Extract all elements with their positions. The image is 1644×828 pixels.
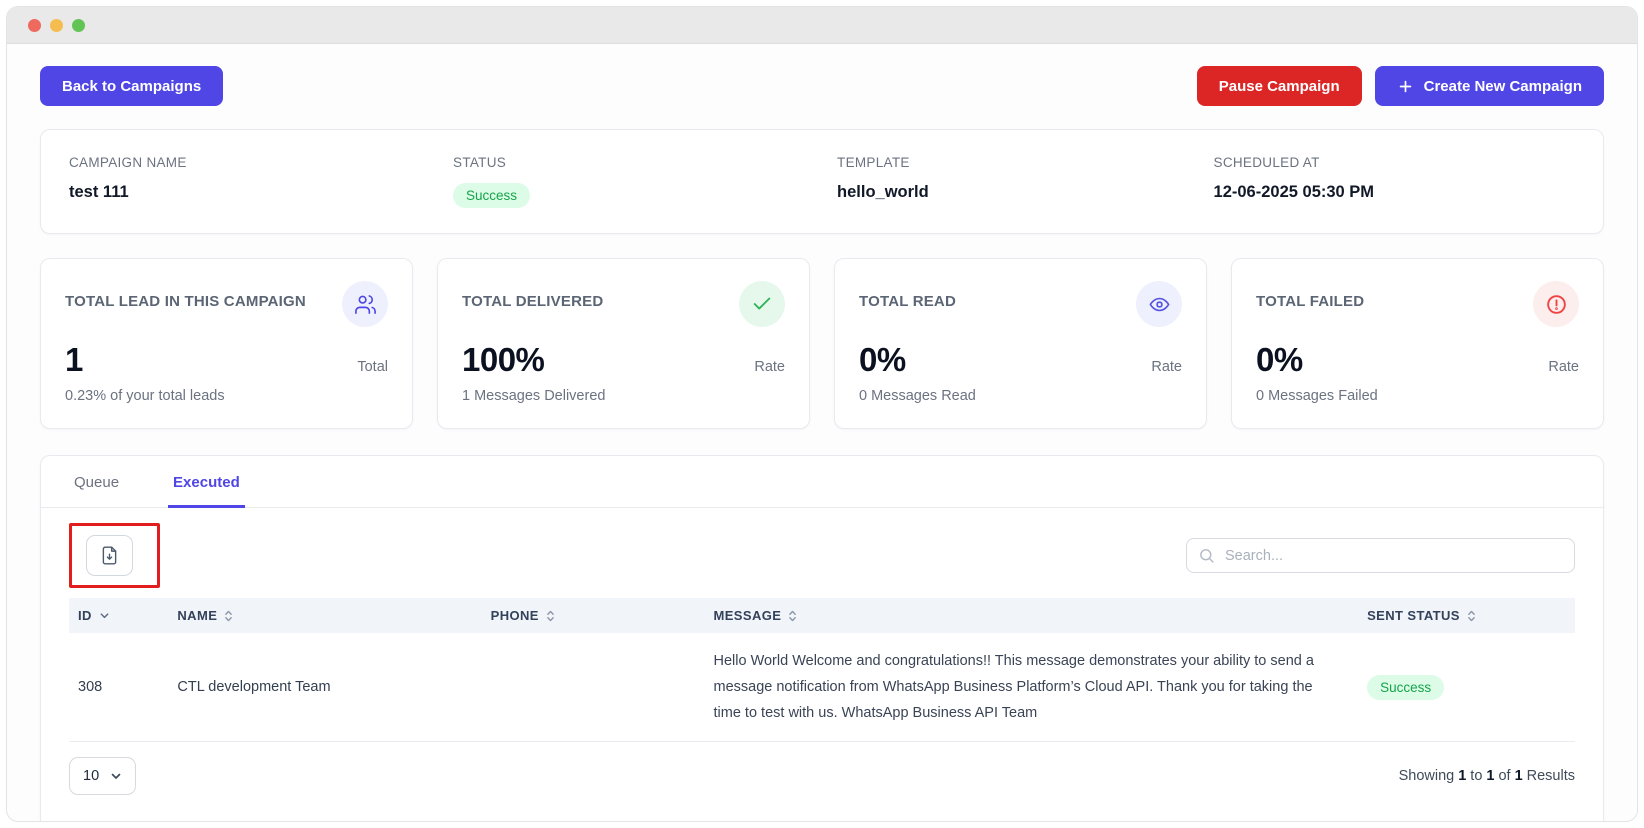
- sent-status-badge: Success: [1367, 675, 1444, 700]
- stat-unit: Rate: [1151, 359, 1182, 375]
- column-label: SENT STATUS: [1367, 608, 1460, 623]
- page-content: Back to Campaigns Pause Campaign Create …: [7, 44, 1637, 822]
- users-group-icon: [354, 293, 377, 316]
- stat-value: 100%: [462, 341, 544, 379]
- table-footer: 10 Showing 1 to 1 of 1 Results: [69, 742, 1575, 795]
- template-label: TEMPLATE: [837, 155, 1214, 170]
- results-card: Queue Executed: [40, 455, 1604, 822]
- chevron-down-icon: [99, 610, 110, 621]
- stat-title: TOTAL FAILED: [1256, 281, 1364, 310]
- stat-value: 0%: [1256, 341, 1303, 379]
- minimize-window-icon[interactable]: [50, 19, 63, 32]
- sort-icon: [224, 609, 233, 623]
- search-box: [1186, 538, 1575, 573]
- campaign-info-card: CAMPAIGN NAME test 111 STATUS Success TE…: [40, 129, 1604, 234]
- stat-title: TOTAL LEAD IN THIS CAMPAIGN: [65, 281, 306, 310]
- top-toolbar: Back to Campaigns Pause Campaign Create …: [40, 66, 1604, 106]
- table-row: 308 CTL development Team Hello World Wel…: [69, 633, 1575, 742]
- status-badge: Success: [453, 183, 530, 208]
- plus-icon: [1397, 78, 1414, 95]
- tab-bar: Queue Executed: [41, 456, 1603, 508]
- column-label: MESSAGE: [714, 608, 782, 623]
- search-icon: [1198, 547, 1215, 564]
- table-header-row: ID NAME: [69, 598, 1575, 633]
- sort-icon: [788, 609, 797, 623]
- cell-sent-status: Success: [1358, 633, 1575, 742]
- alert-circle-icon: [1545, 293, 1568, 316]
- template-value: hello_world: [837, 183, 1214, 202]
- campaign-name-field: CAMPAIGN NAME test 111: [69, 155, 453, 208]
- column-header-id[interactable]: ID: [69, 598, 168, 633]
- app-window: Back to Campaigns Pause Campaign Create …: [6, 6, 1638, 822]
- results-summary: Showing 1 to 1 of 1 Results: [1399, 768, 1575, 784]
- chevron-down-icon: [110, 770, 122, 782]
- stat-value: 1: [65, 341, 83, 379]
- column-header-message[interactable]: MESSAGE: [705, 598, 1359, 633]
- zoom-window-icon[interactable]: [72, 19, 85, 32]
- cell-message: Hello World Welcome and congratulations!…: [705, 633, 1359, 742]
- tab-queue[interactable]: Queue: [69, 456, 124, 508]
- create-new-campaign-label: Create New Campaign: [1424, 78, 1582, 95]
- file-download-icon: [99, 545, 120, 566]
- stat-title: TOTAL DELIVERED: [462, 281, 603, 310]
- window-titlebar: [7, 7, 1637, 44]
- status-field: STATUS Success: [453, 155, 837, 208]
- sort-icon: [546, 609, 555, 623]
- back-to-campaigns-button[interactable]: Back to Campaigns: [40, 66, 223, 106]
- stat-subtitle: 0 Messages Read: [859, 388, 1182, 404]
- export-download-button[interactable]: [86, 535, 133, 576]
- stat-subtitle: 1 Messages Delivered: [462, 388, 785, 404]
- executed-table: ID NAME: [69, 598, 1575, 742]
- cell-name: CTL development Team: [168, 633, 481, 742]
- scheduled-at-value: 12-06-2025 05:30 PM: [1214, 183, 1575, 202]
- close-window-icon[interactable]: [28, 19, 41, 32]
- pause-campaign-button[interactable]: Pause Campaign: [1197, 66, 1362, 106]
- stat-value: 0%: [859, 341, 906, 379]
- scheduled-at-label: SCHEDULED AT: [1214, 155, 1575, 170]
- stat-unit: Rate: [1548, 359, 1579, 375]
- stat-unit: Total: [357, 359, 388, 375]
- stat-subtitle: 0 Messages Failed: [1256, 388, 1579, 404]
- campaign-name-label: CAMPAIGN NAME: [69, 155, 453, 170]
- column-header-name[interactable]: NAME: [168, 598, 481, 633]
- stat-card-total-read: TOTAL READ 0% Rate 0 Messages Read: [834, 258, 1207, 429]
- table-toolbar: [69, 523, 1575, 588]
- scheduled-at-field: SCHEDULED AT 12-06-2025 05:30 PM: [1214, 155, 1575, 208]
- stat-card-total-delivered: TOTAL DELIVERED 100% Rate 1 Messages Del…: [437, 258, 810, 429]
- stat-subtitle: 0.23% of your total leads: [65, 388, 388, 404]
- stat-card-total-failed: TOTAL FAILED 0% Rate 0 Messages Failed: [1231, 258, 1604, 429]
- column-label: NAME: [177, 608, 217, 623]
- annotation-highlight: [69, 523, 160, 588]
- page-size-value: 10: [83, 768, 99, 784]
- sort-icon: [1467, 609, 1476, 623]
- cell-phone: [482, 633, 705, 742]
- stat-title: TOTAL READ: [859, 281, 956, 310]
- column-label: ID: [78, 608, 92, 623]
- stat-card-total-leads: TOTAL LEAD IN THIS CAMPAIGN 1 Total 0: [40, 258, 413, 429]
- search-input[interactable]: [1186, 538, 1575, 573]
- stat-cards-row: TOTAL LEAD IN THIS CAMPAIGN 1 Total 0: [40, 258, 1604, 429]
- column-label: PHONE: [491, 608, 539, 623]
- column-header-sent-status[interactable]: SENT STATUS: [1358, 598, 1575, 633]
- cell-id: 308: [69, 633, 168, 742]
- status-label: STATUS: [453, 155, 837, 170]
- stat-unit: Rate: [754, 359, 785, 375]
- check-icon: [751, 293, 773, 315]
- toolbar-actions: Pause Campaign Create New Campaign: [1197, 66, 1604, 106]
- tab-executed[interactable]: Executed: [168, 456, 245, 508]
- page-size-select[interactable]: 10: [69, 757, 136, 795]
- template-field: TEMPLATE hello_world: [837, 155, 1214, 208]
- create-new-campaign-button[interactable]: Create New Campaign: [1375, 66, 1604, 106]
- column-header-phone[interactable]: PHONE: [482, 598, 705, 633]
- eye-icon: [1148, 293, 1171, 316]
- campaign-name-value: test 111: [69, 183, 453, 202]
